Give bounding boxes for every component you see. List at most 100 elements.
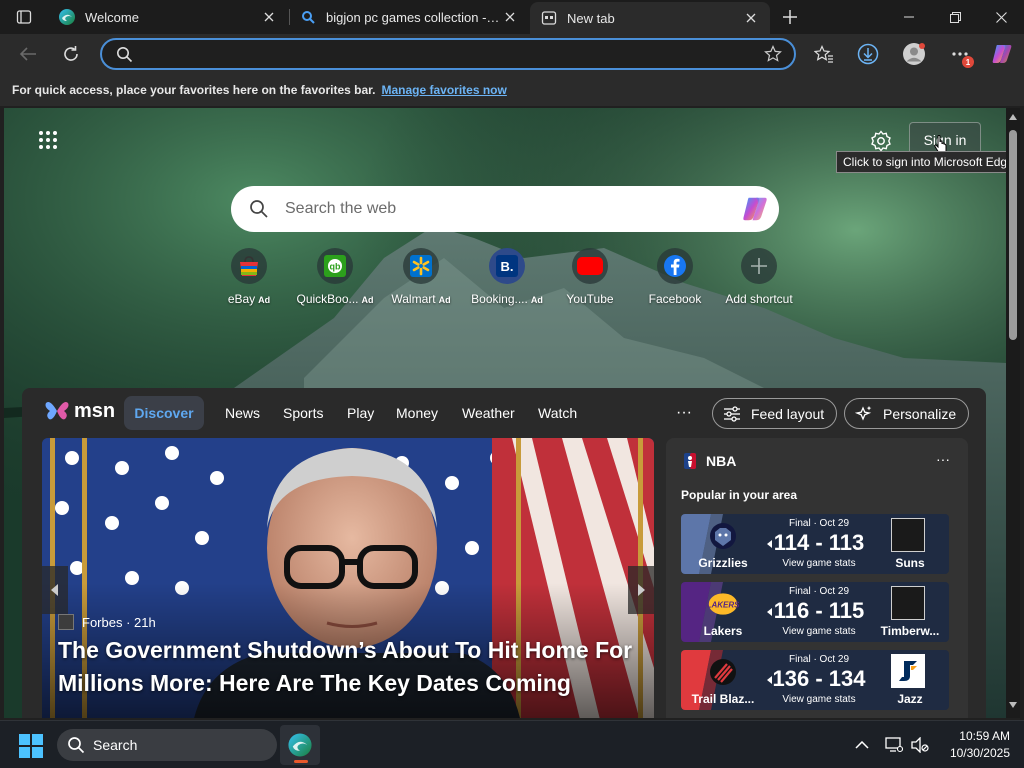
clock-time: 10:59 AM [959,729,1010,743]
nba-widget: NBA ··· Popular in your area Grizzlies F… [666,438,968,718]
game-score: 114 - 113 [773,530,865,555]
right-team-name: Timberw... [880,624,940,638]
close-icon [995,11,1007,23]
chevron-right-icon [638,584,645,596]
scrollbar-thumb[interactable] [1009,130,1017,340]
restore-button[interactable] [932,0,978,34]
msn-logo[interactable]: msn [44,396,115,426]
minimize-button[interactable] [886,0,932,34]
msn-butterfly-icon [45,402,69,420]
msn-wordmark: msn [74,399,116,422]
shortcut-facebook[interactable]: Facebook [632,248,718,310]
taskbar-edge-button[interactable] [280,725,320,765]
tab-actions-button[interactable] [8,5,40,29]
scroll-up-arrow-icon[interactable] [1008,112,1018,122]
download-icon [857,43,879,65]
new-tab-button[interactable] [778,5,802,29]
copilot-icon[interactable] [739,194,771,224]
gear-icon [871,130,891,152]
chevron-up-icon [855,741,869,749]
game-card[interactable]: LAKERS Lakers Final · Oct 29 116 - 115 V… [681,582,949,642]
back-button[interactable] [12,38,44,70]
personalize-label: Personalize [883,405,957,422]
system-clock[interactable]: 10:59 AM 10/30/2025 [940,728,1010,762]
page-settings-button[interactable] [870,130,892,152]
favorite-star-icon[interactable] [764,45,782,63]
edge-icon [288,733,312,757]
app-grid-icon [39,131,57,149]
view-game-stats-link[interactable]: View game stats [767,558,871,569]
refresh-icon [64,46,78,61]
feed-layout-button[interactable]: Feed layout [712,398,838,429]
carousel-next-button[interactable] [628,566,654,614]
favorites-button[interactable] [808,38,840,70]
facebook-icon [657,248,693,284]
copilot-button[interactable] [986,38,1018,70]
windows-logo-icon [19,734,43,758]
shortcut-youtube[interactable]: YouTube [547,248,633,310]
tray-overflow-button[interactable] [848,731,876,759]
start-button[interactable] [18,733,44,759]
nav-discover[interactable]: Discover [124,396,204,430]
windows-taskbar: Search 10:59 AM 10/30/2025 [0,720,1024,768]
new-tab-page: Sign in Click to sign into Microsoft Edg… [4,108,1006,718]
add-shortcut-button[interactable]: Add shortcut [716,248,802,310]
nav-weather[interactable]: Weather [462,396,515,430]
nav-news[interactable]: News [225,396,260,430]
booking-icon: B. [489,248,525,284]
view-game-stats-link[interactable]: View game stats [767,626,871,637]
tab-close-button[interactable] [260,8,278,26]
taskbar-search[interactable]: Search [57,729,277,761]
nav-play[interactable]: Play [347,396,374,430]
nba-more-button[interactable]: ··· [936,451,950,467]
web-search-box[interactable] [231,186,779,232]
profile-avatar-icon [903,43,925,65]
downloads-button[interactable] [852,38,884,70]
shortcut-walmart[interactable]: Walmart Ad [378,248,464,310]
tab-actions-icon [16,10,32,24]
apps-launcher-button[interactable] [38,130,58,150]
profile-button[interactable] [898,38,930,70]
new-tab-icon [540,9,558,27]
hero-headline[interactable]: The Government Shutdown’s About To Hit H… [58,634,648,700]
tab-search-results[interactable]: bigjon pc games collection - Sear [289,0,529,34]
tab-title: bigjon pc games collection - Sear [326,9,501,25]
address-bar[interactable] [100,38,796,70]
svg-text:LAKERS: LAKERS [707,601,739,610]
hero-article-card[interactable]: Forbes · 21h The Government Shutdown’s A… [42,438,654,718]
view-game-stats-link[interactable]: View game stats [767,694,871,705]
tab-close-button[interactable] [742,9,760,27]
game-card[interactable]: Grizzlies Final · Oct 29 114 - 113 View … [681,514,949,574]
game-card[interactable]: Trail Blaz... Final · Oct 29 136 - 134 V… [681,650,949,710]
scroll-down-arrow-icon[interactable] [1008,700,1018,710]
search-icon [116,46,133,63]
walmart-icon [403,248,439,284]
address-input[interactable] [146,44,746,64]
tray-display-button[interactable] [880,731,908,759]
nav-sports[interactable]: Sports [283,396,323,430]
nav-more-button[interactable]: ··· [672,396,696,430]
nba-logo-icon [684,453,696,469]
carousel-prev-button[interactable] [42,566,68,614]
close-window-button[interactable] [978,0,1024,34]
tab-new-tab[interactable]: New tab [530,2,770,34]
nba-header[interactable]: NBA [684,453,736,469]
nav-money[interactable]: Money [396,396,438,430]
tray-volume-button[interactable] [906,731,934,759]
tab-welcome[interactable]: Welcome [48,0,288,34]
plus-icon [741,248,777,284]
settings-more-button[interactable]: 1 [944,38,976,70]
page-scrollbar[interactable] [1006,108,1020,718]
shortcut-booking[interactable]: B. Booking.... Ad [464,248,550,310]
nav-watch[interactable]: Watch [538,396,577,430]
refresh-button[interactable] [55,38,87,70]
shortcut-ebay[interactable]: eBay Ad [206,248,292,310]
web-search-input[interactable] [285,198,705,220]
tab-close-button[interactable] [501,8,519,26]
msn-feed: msn Discover News Sports Play Money Weat… [22,388,986,718]
search-icon [68,737,85,754]
shortcut-quickbooks[interactable]: qb QuickBoo... Ad [292,248,378,310]
manage-favorites-link[interactable]: Manage favorites now [381,83,506,97]
personalize-button[interactable]: Personalize [844,398,970,429]
copilot-icon [992,45,1012,63]
